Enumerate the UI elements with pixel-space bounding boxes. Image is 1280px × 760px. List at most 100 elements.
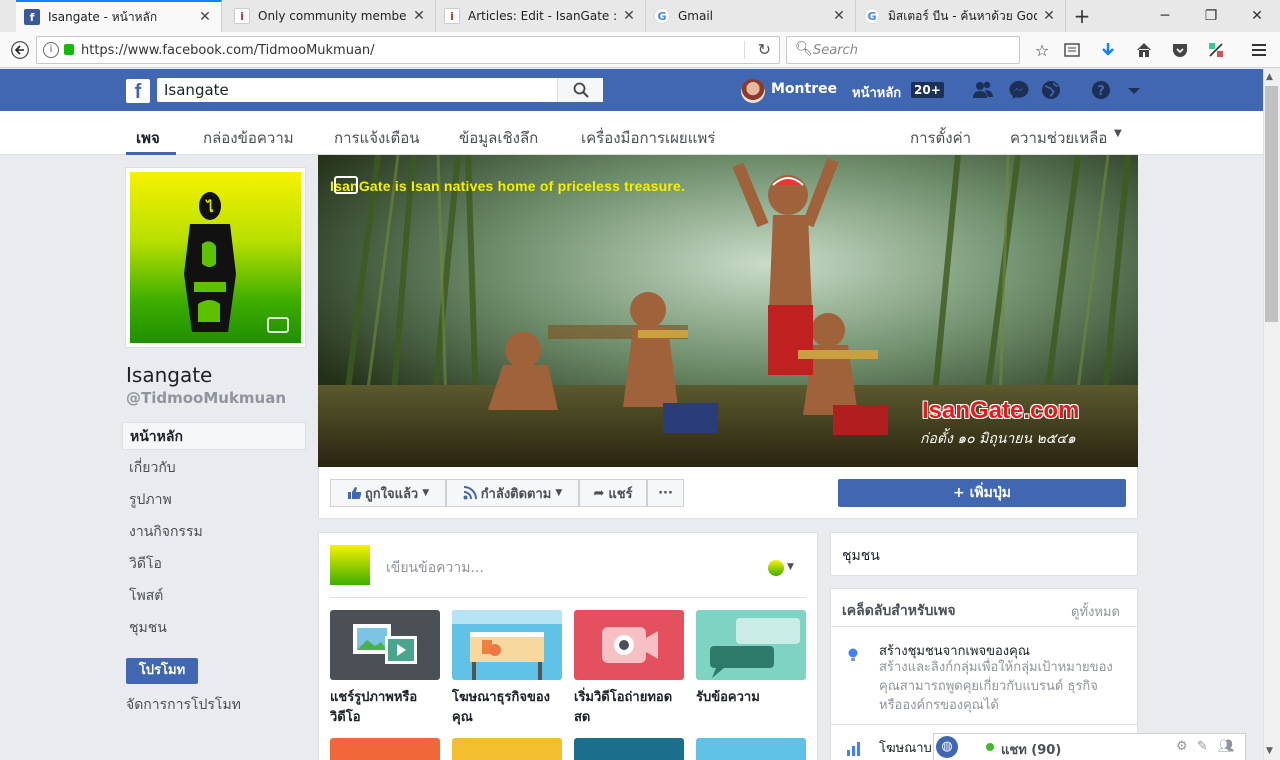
chat-label[interactable]: แชท (90)	[1001, 739, 1061, 760]
help-dropdown-icon[interactable]: ▼	[1114, 128, 1122, 139]
address-bar[interactable]: i https://www.facebook.com/TidmooMukmuan…	[36, 36, 780, 64]
card-label: แชร์รูปภาพหรือวิดีโอ	[330, 690, 418, 725]
action-card[interactable]	[574, 738, 684, 760]
close-icon[interactable]: ✕	[621, 8, 637, 24]
browser-toolbar: i https://www.facebook.com/TidmooMukmuan…	[0, 32, 1280, 68]
scroll-up-icon[interactable]: ▲	[1266, 72, 1273, 82]
close-icon[interactable]: ✕	[197, 9, 213, 25]
gear-icon[interactable]: ⚙	[1176, 739, 1188, 754]
browser-tab-2[interactable]: i Only community members ✕	[226, 0, 436, 32]
profile-link[interactable]: Montree	[771, 81, 837, 97]
composer-input[interactable]: เขียนข้อความ...	[386, 557, 484, 579]
globe-icon[interactable]	[1040, 80, 1062, 100]
url-text[interactable]: https://www.facebook.com/TidmooMukmuan/	[81, 43, 375, 58]
home-link[interactable]: หน้าหลัก	[852, 82, 901, 103]
chevron-down-icon[interactable]: ▼	[787, 562, 794, 572]
restore-button[interactable]: ❐	[1188, 0, 1234, 32]
browser-tab-5[interactable]: G มิสเตอร์ บีน - ค้นหาด้วย Google ✕	[856, 0, 1066, 32]
extension-icon[interactable]	[1202, 36, 1230, 64]
profile-picture-frame[interactable]: ไ	[125, 167, 306, 348]
add-button[interactable]: + เพิ่มปุ่ม	[838, 479, 1126, 507]
reader-list-icon[interactable]	[1058, 36, 1086, 64]
compose-icon[interactable]: ✎	[1197, 739, 1208, 754]
promote-button[interactable]: โปรโมท	[126, 658, 198, 684]
follow-button[interactable]: กำลังติดตาม ▼	[446, 479, 579, 507]
dropdown-arrow-icon[interactable]	[1124, 80, 1146, 100]
nav-settings[interactable]: การตั้งค่า	[910, 126, 971, 150]
action-card[interactable]	[330, 738, 440, 760]
friend-requests-icon[interactable]	[972, 80, 994, 100]
scrollbar-thumb[interactable]	[1265, 86, 1278, 322]
tab-title: Isangate - หน้าหลัก	[48, 9, 158, 24]
share-button[interactable]: ➦ แชร์	[579, 479, 647, 507]
messenger-icon[interactable]	[1008, 80, 1030, 100]
isangate-icon: i	[234, 8, 250, 24]
more-button[interactable]: ···	[647, 479, 684, 507]
back-button[interactable]	[6, 36, 34, 64]
google-icon: G	[864, 8, 880, 24]
group-chat-icon[interactable]: 👥︎	[1218, 739, 1235, 754]
nav-inbox[interactable]: กล่องข้อความ	[203, 126, 294, 150]
sidebar-item-events[interactable]: งานกิจกรรม	[122, 518, 306, 546]
minimize-button[interactable]: ─	[1142, 0, 1188, 32]
sidebar-item-videos[interactable]: วิดีโอ	[122, 550, 306, 578]
close-icon[interactable]: ✕	[1041, 8, 1057, 24]
scroll-down-icon[interactable]: ▼	[1266, 746, 1273, 756]
facebook-search-input[interactable]: Isangate	[157, 78, 603, 102]
like-button[interactable]: ถูกใจแล้ว ▼	[330, 479, 446, 507]
sidebar-item-community[interactable]: ชุมชน	[122, 614, 306, 642]
get-messages-card[interactable]	[696, 610, 806, 680]
facebook-logo-icon[interactable]: f	[126, 79, 150, 103]
reload-icon[interactable]: ↻	[758, 40, 771, 59]
page-username[interactable]: @TidmooMukmuan	[126, 389, 286, 407]
live-video-card[interactable]	[574, 610, 684, 680]
window-close-button[interactable]: ✕	[1234, 0, 1280, 32]
community-title: ชุมชน	[842, 548, 880, 564]
nav-insights[interactable]: ข้อมูลเชิงลึก	[459, 126, 538, 150]
see-all-link[interactable]: ดูทั้งหมด	[1071, 601, 1120, 622]
download-icon[interactable]	[1094, 36, 1122, 64]
online-status-icon	[986, 743, 994, 751]
avatar[interactable]	[741, 79, 765, 103]
tab-title: มิสเตอร์ บีน - ค้นหาด้วย Google	[888, 8, 1037, 23]
help-icon[interactable]: ?	[1090, 80, 1112, 100]
pocket-icon[interactable]	[1166, 36, 1194, 64]
share-photo-card[interactable]	[330, 610, 440, 680]
advertise-card[interactable]	[452, 610, 562, 680]
post-as-selector[interactable]	[768, 560, 784, 576]
nav-notifications[interactable]: การแจ้งเตือน	[334, 126, 419, 150]
browser-tab-1[interactable]: f Isangate - หน้าหลัก ✕	[16, 0, 222, 32]
nav-help[interactable]: ความช่วยเหลือ	[1010, 126, 1107, 150]
close-icon[interactable]: ✕	[411, 8, 427, 24]
nav-page[interactable]: เพจ	[136, 126, 160, 150]
profile-picture[interactable]: ไ	[130, 172, 301, 343]
search-button[interactable]	[557, 78, 603, 102]
nav-publishing-tools[interactable]: เครื่องมือการเผยแพร่	[581, 126, 715, 150]
photo-video-icon	[353, 624, 417, 664]
google-icon: G	[654, 8, 670, 24]
tip-title[interactable]: โฆษณาบ	[879, 737, 932, 758]
action-card[interactable]	[696, 738, 806, 760]
cover-tagline: IsanGate is Isan natives home of pricele…	[330, 178, 686, 194]
sidebar-item-home[interactable]: หน้าหลัก	[122, 422, 306, 450]
sidebar-item-photos[interactable]: รูปภาพ	[122, 486, 306, 514]
sidebar-item-about[interactable]: เกี่ยวกับ	[122, 454, 306, 482]
new-tab-button[interactable]: +	[1070, 4, 1094, 28]
browser-tab-3[interactable]: i Articles: Edit - IsanGate : ประ ✕	[436, 0, 646, 32]
camera-icon[interactable]	[334, 176, 358, 194]
sidebar-item-posts[interactable]: โพสต์	[122, 582, 306, 610]
manage-promotions-link[interactable]: จัดการการโปรโมท	[126, 694, 241, 716]
search-value[interactable]: Isangate	[164, 81, 229, 99]
browser-search-box[interactable]: 🔍︎ Search	[786, 36, 1020, 64]
menu-icon[interactable]	[1245, 36, 1273, 64]
info-icon[interactable]: i	[43, 42, 59, 58]
home-icon[interactable]	[1130, 36, 1158, 64]
page-title: Isangate	[126, 363, 213, 387]
globe-icon[interactable]: ◍	[936, 736, 958, 758]
camera-icon[interactable]	[267, 317, 289, 333]
action-card[interactable]	[452, 738, 562, 760]
close-icon[interactable]: ✕	[831, 8, 847, 24]
browser-tab-4[interactable]: G Gmail ✕	[646, 0, 856, 32]
bookmark-star-icon[interactable]: ☆	[1028, 36, 1056, 64]
card-label: เริ่มวิดีโอถ่ายทอดสด	[574, 690, 673, 725]
